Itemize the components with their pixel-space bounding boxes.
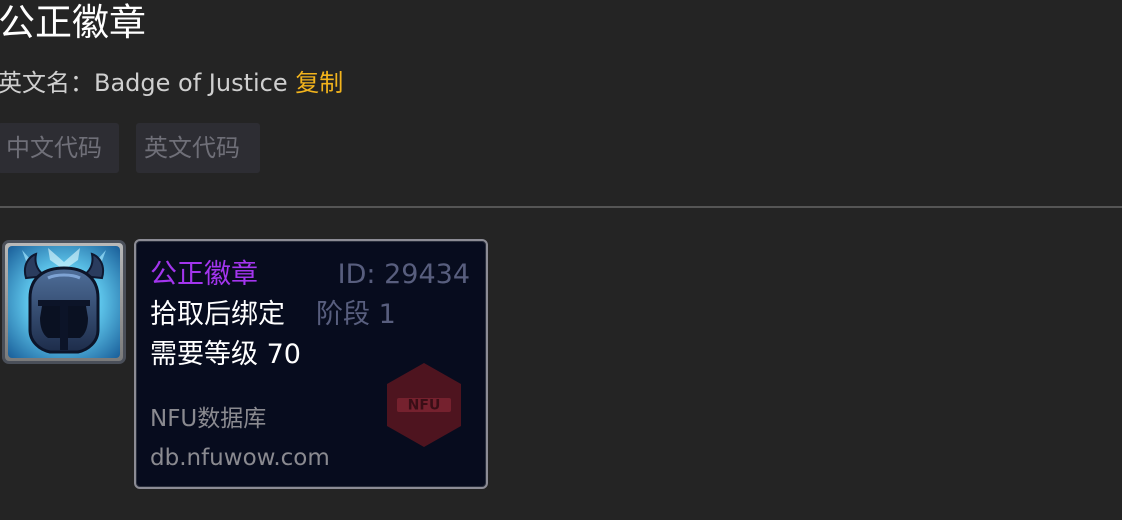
- tooltip-item-name[interactable]: 公正徽章: [150, 258, 258, 292]
- nfu-logo-text: NFU: [408, 398, 441, 414]
- tooltip-database-url: db.nfuwow.com: [150, 445, 330, 471]
- nfu-logo-icon: NFU: [387, 363, 461, 447]
- tooltip-database-name: NFU数据库: [150, 406, 267, 432]
- copy-english-name-link[interactable]: 复制: [295, 69, 343, 97]
- chinese-code-button[interactable]: 中文代码: [0, 123, 119, 173]
- section-divider: [0, 206, 1122, 208]
- english-name-label: 英文名：: [0, 69, 94, 97]
- english-name-value: Badge of Justice: [94, 69, 288, 97]
- item-icon-frame[interactable]: [2, 240, 126, 364]
- tooltip-stage: 阶段 1: [316, 299, 396, 330]
- tooltip-binding: 拾取后绑定: [150, 299, 285, 330]
- english-code-button[interactable]: 英文代码: [136, 123, 260, 173]
- tooltip-item-id: ID: 29434: [337, 259, 470, 290]
- helmet-icon: [8, 246, 120, 358]
- page-title: 公正徽章: [0, 1, 146, 44]
- item-page: 公正徽章 英文名：Badge of Justice 复制 中文代码 英文代码 公…: [0, 0, 1122, 520]
- english-name-row: 英文名：Badge of Justice 复制: [0, 66, 343, 100]
- tooltip-required-level: 需要等级 70: [150, 339, 301, 370]
- item-tooltip: 公正徽章 ID: 29434 拾取后绑定 阶段 1 需要等级 70 NFU NF…: [134, 239, 488, 489]
